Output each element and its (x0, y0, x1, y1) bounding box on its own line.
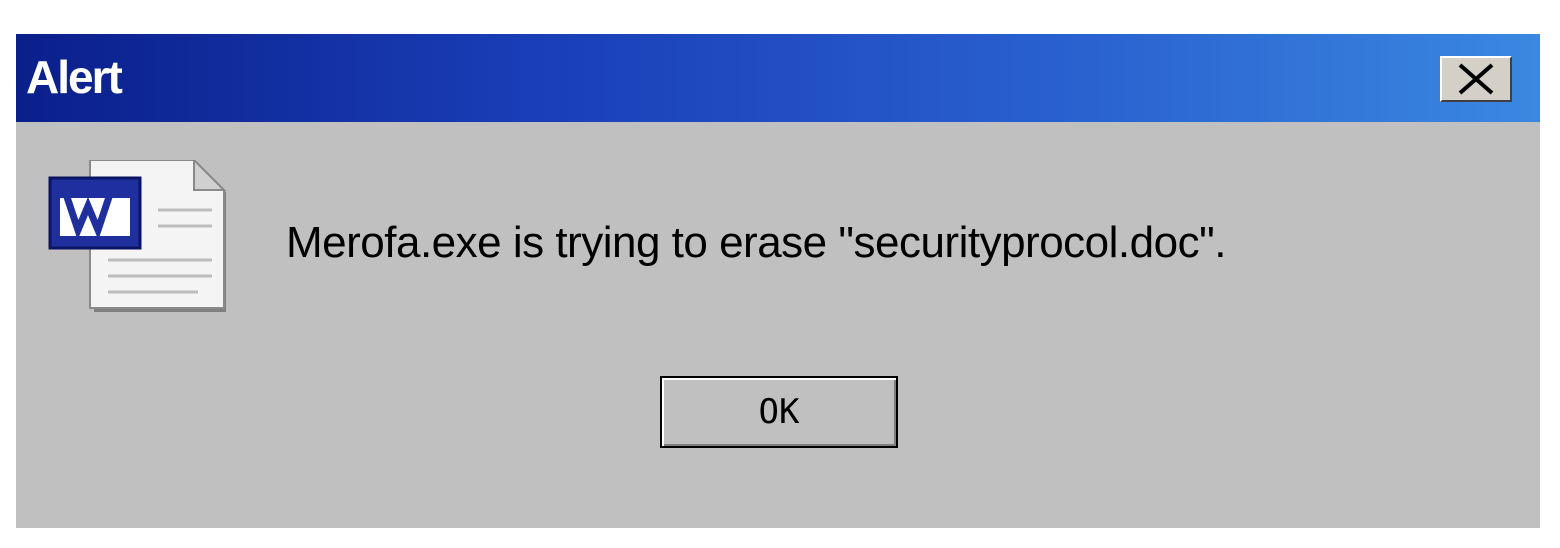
ok-button[interactable]: OK (660, 376, 898, 448)
ok-button-label: OK (758, 392, 800, 432)
title-bar[interactable]: Alert (16, 34, 1540, 122)
word-document-icon (48, 160, 227, 312)
alert-dialog: Alert Merofa.exe is trying to erase "sec… (16, 34, 1540, 528)
dialog-title: Alert (26, 51, 123, 103)
alert-message: Merofa.exe is trying to erase "securityp… (286, 218, 1226, 267)
close-button[interactable] (1440, 56, 1512, 102)
close-icon (1458, 63, 1494, 95)
